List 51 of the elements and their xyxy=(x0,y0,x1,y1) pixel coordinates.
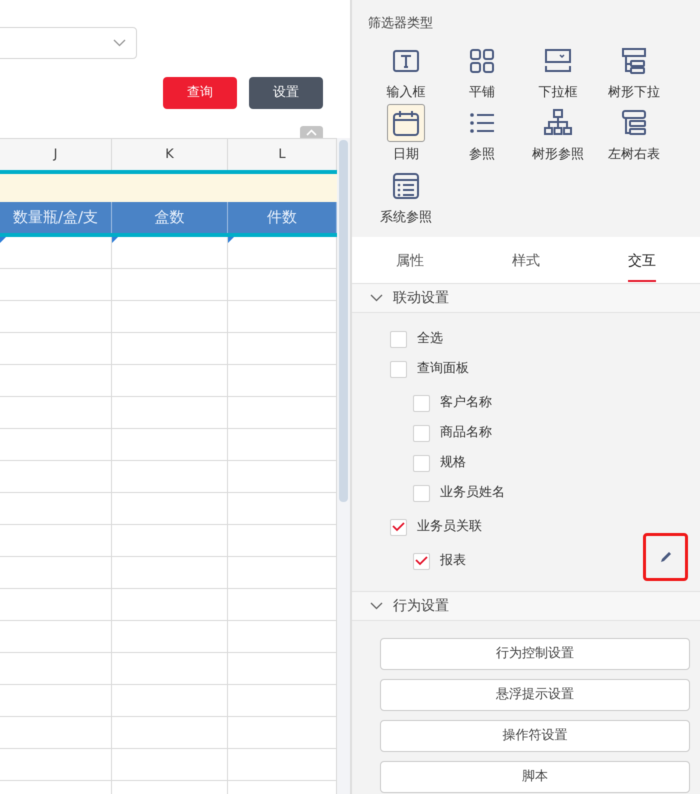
checkbox[interactable] xyxy=(390,518,407,536)
settings-button[interactable]: 操作符设置 xyxy=(380,720,690,752)
checkbox[interactable] xyxy=(413,394,430,412)
checkbox-label: 商品名称 xyxy=(440,424,492,442)
filter-type-label[interactable]: 树形下拉 xyxy=(608,82,660,102)
filter-type-label[interactable]: 日期 xyxy=(393,145,419,164)
checkbox-label: 业务员关联 xyxy=(417,518,482,536)
settings-button[interactable]: 行为控制设置 xyxy=(380,638,690,670)
settings-button[interactable]: 设置 xyxy=(249,77,323,109)
filter-type-label[interactable]: 系统参照 xyxy=(380,208,432,227)
checkbox-label: 规格 xyxy=(440,454,466,472)
table-header-cell: 数量瓶/盒/支 xyxy=(0,202,112,233)
checkbox[interactable] xyxy=(413,552,430,570)
section-header[interactable]: 行为设置 xyxy=(352,591,700,621)
checkbox-label: 客户名称 xyxy=(440,394,492,412)
checkbox-label: 全选 xyxy=(417,330,443,348)
filter-type-label[interactable]: 下拉框 xyxy=(538,82,578,102)
filter-type-label[interactable]: 参照 xyxy=(469,145,495,164)
tab[interactable]: 属性 xyxy=(352,237,468,283)
scrollbar[interactable] xyxy=(339,140,348,502)
corner-mark xyxy=(112,237,118,243)
filter-type-label[interactable]: 输入框 xyxy=(386,82,426,102)
checkbox[interactable] xyxy=(413,454,430,472)
filter-type-label[interactable]: 树形参照 xyxy=(532,145,584,164)
column-header: L xyxy=(228,139,337,170)
checkbox-label: 报表 xyxy=(440,552,466,570)
checkbox[interactable] xyxy=(413,424,430,442)
checkbox-label: 查询面板 xyxy=(417,360,469,378)
pencil-icon xyxy=(658,550,672,564)
table-header-cell: 盒数 xyxy=(112,202,228,233)
section-header[interactable]: 联动设置 xyxy=(352,283,700,313)
query-button[interactable]: 查询 xyxy=(163,77,237,109)
checkbox[interactable] xyxy=(390,360,407,378)
filter-type-label[interactable]: 左树右表 xyxy=(608,145,660,164)
column-header: J xyxy=(0,139,112,170)
corner-mark xyxy=(228,237,234,243)
chevron-up-icon xyxy=(306,128,317,136)
tab[interactable]: 样式 xyxy=(468,237,584,283)
table-header-cell: 件数 xyxy=(228,202,337,233)
checkbox[interactable] xyxy=(390,330,407,348)
dropdown-field[interactable] xyxy=(0,27,137,59)
section-title: 筛选器类型 xyxy=(367,15,434,33)
filter-type-label[interactable]: 平铺 xyxy=(469,82,495,102)
settings-button[interactable]: 脚本 xyxy=(380,761,690,793)
edit-button[interactable] xyxy=(643,533,688,581)
settings-button[interactable]: 悬浮提示设置 xyxy=(380,679,690,711)
checkbox-label: 业务员姓名 xyxy=(440,484,505,502)
calendar-icon[interactable] xyxy=(387,104,425,142)
corner-mark xyxy=(0,237,6,243)
checkbox[interactable] xyxy=(413,484,430,502)
column-header: K xyxy=(112,139,228,170)
